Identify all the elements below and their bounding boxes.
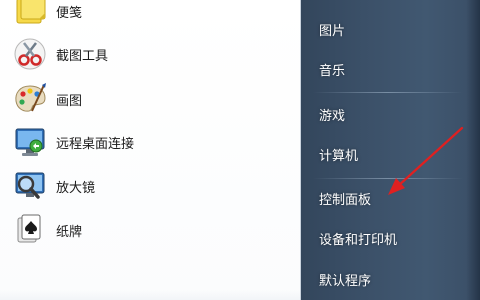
separator: [313, 178, 463, 179]
program-item-magnifier[interactable]: 放大镜: [8, 165, 292, 207]
start-menu: 便笺 截图工具 画图 远程桌面连接 放大镜 纸牌 图片 音乐 游戏 计算机 控制…: [0, 0, 480, 300]
program-label: 截图工具: [56, 48, 109, 64]
program-label: 便笺: [56, 5, 83, 21]
places-panel: 图片 音乐 游戏 计算机 控制面板 设备和打印机 默认程序: [301, 0, 480, 300]
solitaire-cards-icon: [12, 212, 48, 248]
place-item-games[interactable]: 游戏: [319, 105, 459, 129]
paint-palette-icon: [12, 81, 48, 117]
programs-panel: 便笺 截图工具 画图 远程桌面连接 放大镜 纸牌: [0, 0, 301, 300]
program-label: 画图: [56, 93, 83, 109]
remote-desktop-icon: [12, 124, 48, 160]
separator: [313, 92, 463, 93]
program-item-snipping-tool[interactable]: 截图工具: [8, 33, 292, 75]
place-item-default-programs[interactable]: 默认程序: [319, 270, 459, 294]
panel-bottom-fade: [0, 290, 300, 300]
program-label: 纸牌: [56, 224, 83, 240]
program-item-paint[interactable]: 画图: [8, 78, 292, 120]
program-item-solitaire[interactable]: 纸牌: [8, 209, 292, 251]
program-item-remote-desktop[interactable]: 远程桌面连接: [8, 121, 292, 163]
program-item-sticky-notes[interactable]: 便笺: [8, 0, 292, 32]
program-label: 放大镜: [56, 180, 96, 196]
place-item-control-panel[interactable]: 控制面板: [319, 189, 459, 213]
magnifier-icon: [12, 168, 48, 204]
place-item-pictures[interactable]: 图片: [319, 20, 459, 44]
snipping-tool-icon: [12, 36, 48, 72]
place-item-music[interactable]: 音乐: [319, 60, 459, 84]
place-item-devices-printers[interactable]: 设备和打印机: [319, 229, 459, 253]
sticky-notes-icon: [12, 0, 48, 29]
program-label: 远程桌面连接: [56, 136, 135, 152]
place-item-computer[interactable]: 计算机: [319, 145, 459, 169]
